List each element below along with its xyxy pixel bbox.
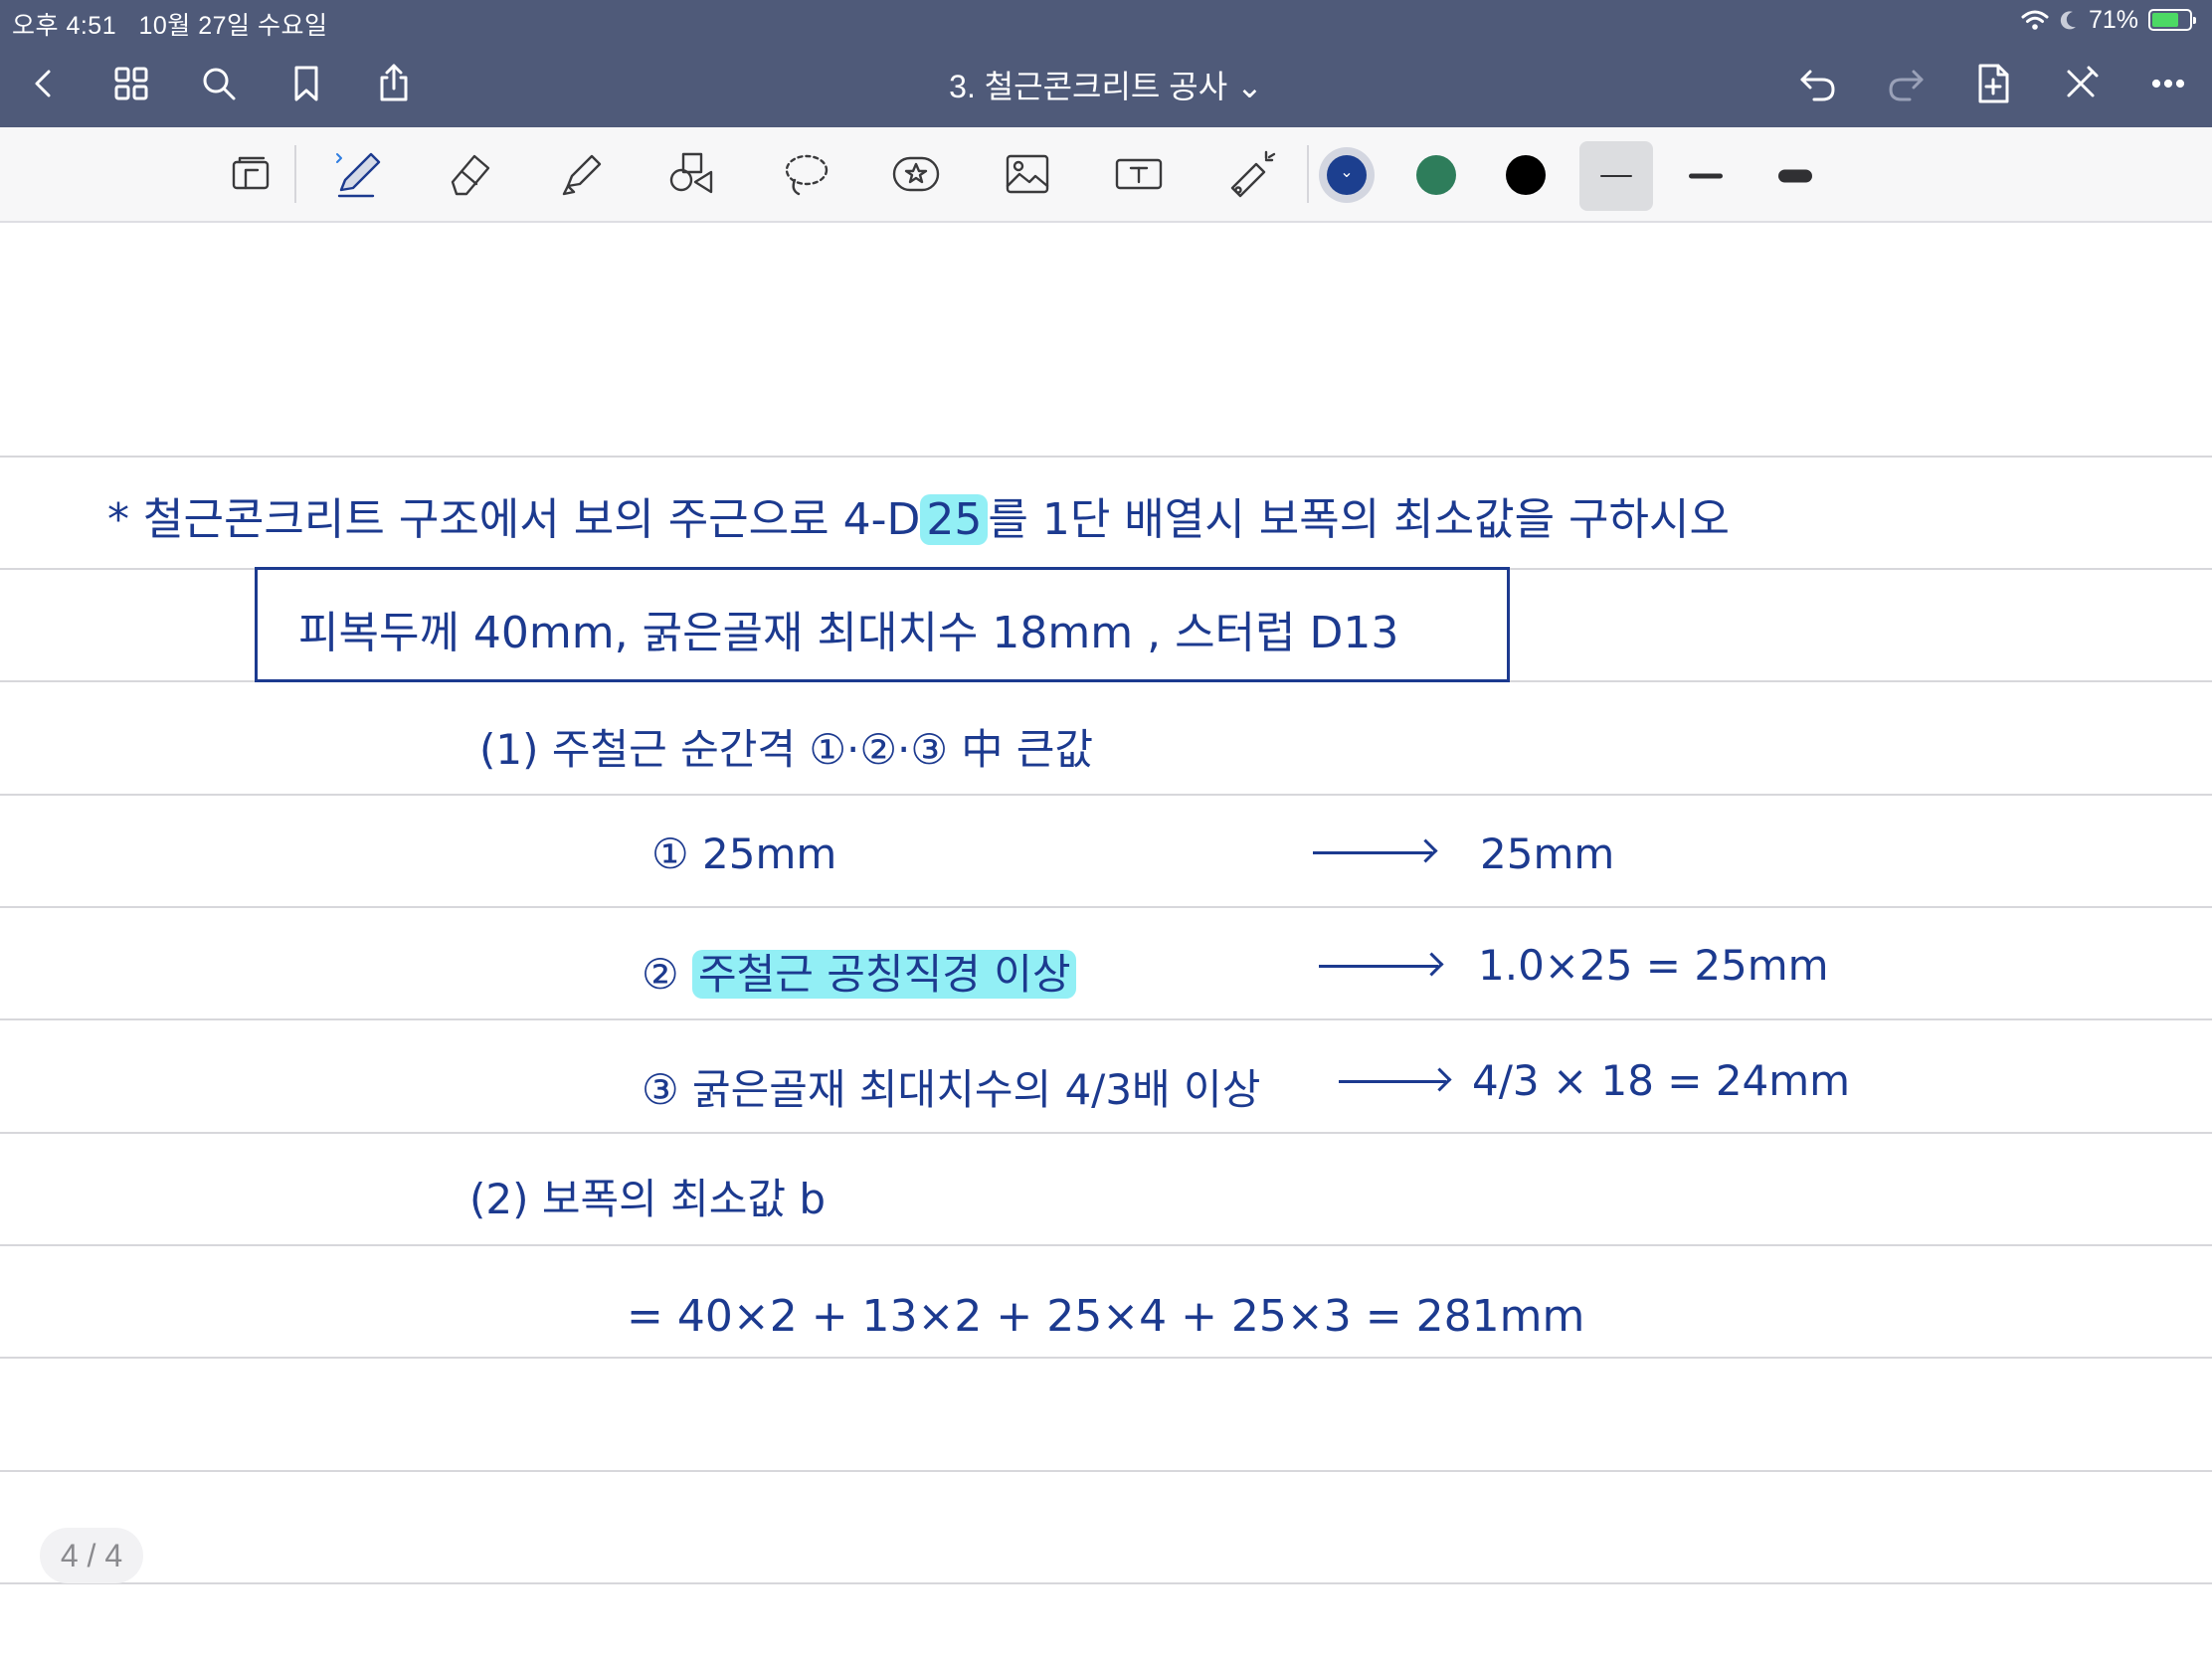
battery-icon bbox=[2148, 9, 2196, 31]
chevron-down-icon: ⌄ bbox=[1340, 164, 1354, 181]
nav-bar: 3. 철근콘크리트 공사 ⌄ bbox=[0, 40, 2212, 127]
toolbar-divider bbox=[1307, 145, 1309, 203]
question-text: * 철근콘크리트 구조에서 보의 주근으로 4-D bbox=[107, 494, 921, 545]
stroke-width-sample bbox=[1600, 175, 1632, 177]
highlighter-tool-icon[interactable] bbox=[549, 141, 615, 207]
battery-fill bbox=[2152, 13, 2178, 27]
stroke-width-medium[interactable] bbox=[1669, 141, 1743, 211]
question-text-end: 를 1단 배열시 보폭의 최소값을 구하시오 bbox=[988, 494, 1730, 545]
arrow-icon bbox=[1313, 851, 1432, 854]
status-date: 10월 27일 수요일 bbox=[138, 12, 328, 40]
search-icon[interactable] bbox=[193, 58, 245, 109]
ruled-line bbox=[0, 1357, 2212, 1359]
question-highlight: 25 bbox=[920, 494, 989, 545]
step1-item2-right: 1.0×25 = 25mm bbox=[1478, 941, 1829, 990]
redo-icon[interactable] bbox=[1880, 58, 1932, 109]
color-swatch-black[interactable] bbox=[1498, 147, 1554, 203]
doc-title-text: 3. 철근콘크리트 공사 bbox=[949, 69, 1228, 104]
ruled-line bbox=[0, 1132, 2212, 1134]
step1-item3-right: 4/3 × 18 = 24mm bbox=[1472, 1056, 1851, 1105]
color-swatch-green[interactable] bbox=[1408, 147, 1464, 203]
color-dot bbox=[1416, 155, 1456, 195]
undo-icon[interactable] bbox=[1792, 58, 1844, 109]
add-page-icon[interactable] bbox=[1967, 58, 2019, 109]
back-icon[interactable] bbox=[18, 58, 70, 109]
grid-icon[interactable] bbox=[105, 58, 157, 109]
given-conditions: 피복두께 40mm, 굵은골재 최대치수 18mm , 스터럽 D13 bbox=[298, 608, 1399, 658]
color-swatch-blue[interactable]: ⌄ bbox=[1319, 147, 1375, 203]
status-indicators: 71% bbox=[2021, 4, 2196, 36]
share-icon[interactable] bbox=[368, 58, 420, 109]
ruled-line bbox=[0, 456, 2212, 458]
sticker-tool-icon[interactable] bbox=[883, 141, 949, 207]
stroke-width-thick[interactable] bbox=[1758, 141, 1832, 211]
text-tool-icon[interactable] bbox=[1106, 141, 1172, 207]
step1-item1-right: 25mm bbox=[1480, 830, 1615, 878]
question-line: * 철근콘크리트 구조에서 보의 주근으로 4-D 25 를 1단 배열시 보폭의 … bbox=[107, 483, 1730, 547]
toolbar-divider bbox=[294, 145, 296, 203]
wifi-icon bbox=[2021, 10, 2049, 30]
ruled-line bbox=[0, 1470, 2212, 1472]
note-page[interactable]: * 철근콘크리트 구조에서 보의 주근으로 4-D 25 를 1단 배열시 보폭의 … bbox=[0, 223, 2212, 1659]
ruled-line bbox=[0, 906, 2212, 908]
chevron-down-icon: ⌄ bbox=[1236, 69, 1263, 104]
page-tool-icon[interactable] bbox=[219, 141, 284, 207]
step1-item1-left: ① 25mm bbox=[651, 830, 837, 878]
moon-icon bbox=[2060, 11, 2076, 30]
step1-item3-left: ③ 굵은골재 최대치수의 4/3배 이상 bbox=[642, 1065, 1261, 1114]
status-bar: 오후 4:51 10월 27일 수요일 71% bbox=[0, 0, 2212, 40]
step1-heading: (1) 주철근 순간격 ①·②·③ 中 큰값 bbox=[479, 725, 1094, 774]
step1-item2: ② 주철근 공칭직경 이상 bbox=[642, 941, 1077, 1002]
stroke-width-sample bbox=[1689, 173, 1723, 179]
more-icon[interactable] bbox=[2142, 58, 2194, 109]
image-tool-icon[interactable] bbox=[995, 141, 1060, 207]
page-indicator: 4 / 4 bbox=[40, 1528, 143, 1583]
pen-tool-icon[interactable] bbox=[326, 141, 392, 207]
ruled-line bbox=[0, 1244, 2212, 1246]
status-time: 오후 4:51 bbox=[12, 12, 117, 40]
step2-formula: = 40×2 + 13×2 + 25×4 + 25×3 = 281mm bbox=[627, 1291, 1585, 1342]
doc-title[interactable]: 3. 철근콘크리트 공사 ⌄ bbox=[949, 69, 1263, 104]
stroke-width-thin[interactable] bbox=[1579, 141, 1653, 211]
status-time-date: 오후 4:51 10월 27일 수요일 bbox=[12, 6, 327, 42]
step1-item2-left: 주철근 공칭직경 이상 bbox=[692, 950, 1077, 999]
color-dot bbox=[1506, 155, 1546, 195]
ruled-line bbox=[0, 794, 2212, 796]
arrow-icon bbox=[1319, 965, 1438, 968]
ruled-line bbox=[0, 1582, 2212, 1584]
close-pen-icon[interactable] bbox=[2055, 58, 2107, 109]
pen-toolbar: ⌄ bbox=[0, 127, 2212, 223]
arrow-icon bbox=[1339, 1080, 1446, 1083]
step2-heading: (2) 보폭의 최소값 b bbox=[469, 1175, 827, 1223]
eraser-tool-icon[interactable] bbox=[438, 141, 503, 207]
ruled-line bbox=[0, 1018, 2212, 1020]
bookmark-icon[interactable] bbox=[280, 58, 332, 109]
shapes-tool-icon[interactable] bbox=[660, 141, 726, 207]
step1-item2-num: ② bbox=[642, 950, 679, 999]
battery-percent: 71% bbox=[2088, 5, 2138, 34]
stroke-width-sample bbox=[1778, 169, 1812, 183]
lasso-tool-icon[interactable] bbox=[772, 141, 837, 207]
laser-pointer-icon[interactable] bbox=[1217, 141, 1283, 207]
